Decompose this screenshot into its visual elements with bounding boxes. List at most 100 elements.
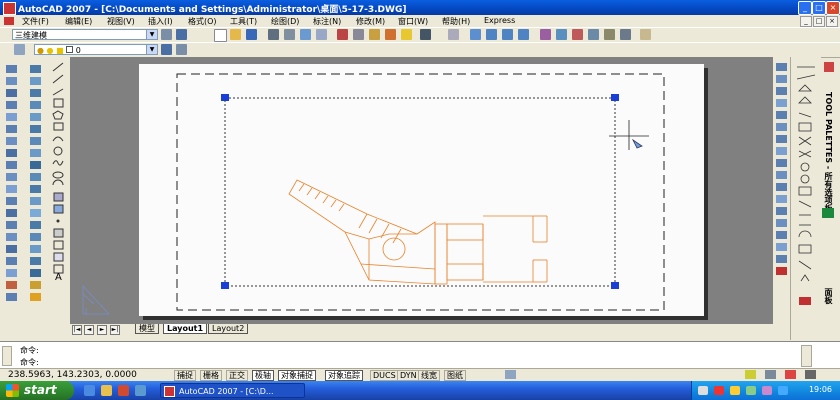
tray-volume-icon[interactable] (746, 386, 756, 395)
layer-previous-icon[interactable] (176, 44, 187, 55)
tray-network-icon[interactable] (698, 386, 708, 395)
palette-close-icon[interactable] (824, 62, 834, 72)
tray-antivirus-icon[interactable] (714, 386, 724, 395)
minimize-button[interactable]: _ (798, 1, 812, 15)
new-file-icon[interactable] (214, 29, 227, 42)
doc-close-button[interactable]: × (826, 16, 838, 27)
zoom-previous-icon[interactable] (518, 29, 529, 40)
status-alert-icon[interactable] (785, 370, 796, 379)
osnap-toggle[interactable]: 对象捕捉 (278, 370, 316, 381)
polar-toggle[interactable]: 极轴 (252, 370, 274, 381)
lock-icon[interactable] (765, 370, 776, 379)
menu-draw[interactable]: 绘图(D) (271, 16, 299, 27)
menu-dimension[interactable]: 标注(N) (313, 16, 341, 27)
plot-preview-icon[interactable] (284, 29, 295, 40)
menu-format[interactable]: 格式(O) (188, 16, 217, 27)
menu-view[interactable]: 视图(V) (107, 16, 135, 27)
tool-palette-titlebar[interactable]: TOOL PALETTES - 所有选项板 面板 (820, 60, 838, 340)
copy-icon[interactable] (353, 29, 364, 40)
zoom-realtime-icon[interactable] (486, 29, 497, 40)
tray-security-icon[interactable] (778, 386, 788, 395)
clean-screen-icon[interactable] (805, 370, 816, 379)
autocad-app-icon[interactable] (3, 2, 16, 15)
first-tab-button[interactable]: |◄ (72, 325, 82, 335)
dyn-toggle[interactable]: DYN (397, 370, 420, 381)
model-viewport-icon[interactable] (505, 370, 516, 379)
properties-icon[interactable] (540, 29, 551, 40)
left-toolbar-icons[interactable]: A (0, 57, 70, 340)
print-icon[interactable] (268, 29, 279, 40)
tool-palette-icons[interactable] (791, 57, 821, 340)
palette-properties-icon[interactable] (822, 208, 834, 218)
quicklaunch-app-icon[interactable] (118, 385, 129, 396)
coordinate-display[interactable]: 238.5963, 143.2303, 0.0000 (8, 370, 137, 380)
markup-icon[interactable] (604, 29, 615, 40)
quicklaunch-desktop-icon[interactable] (135, 385, 146, 396)
undo-icon[interactable] (420, 29, 431, 40)
layer-manager-icon[interactable] (14, 44, 25, 55)
snap-toggle[interactable]: 捕捉 (174, 370, 196, 381)
menu-tools[interactable]: 工具(T) (230, 16, 257, 27)
workspace-settings-icon[interactable] (161, 29, 172, 40)
save-workspace-icon[interactable] (176, 29, 187, 40)
tool-palettes-icon[interactable] (572, 29, 583, 40)
command-window[interactable]: 命令: 命令: (0, 341, 840, 369)
command-prompt[interactable]: 命令: (20, 357, 39, 368)
unlock-icon[interactable]: ■ (56, 46, 64, 54)
chevron-down-icon[interactable]: ▼ (146, 45, 157, 54)
drawing-canvas[interactable] (139, 64, 704, 316)
close-button[interactable]: × (826, 1, 840, 15)
paper-toggle[interactable]: 图纸 (444, 370, 466, 381)
tab-model[interactable]: 模型 (135, 324, 159, 334)
menu-insert[interactable]: 插入(I) (148, 16, 173, 27)
match-properties-icon[interactable] (385, 29, 396, 40)
quicklaunch-ie-icon[interactable] (84, 385, 95, 396)
modify-toolbar-icons[interactable] (773, 57, 790, 340)
workspace-select[interactable]: 三维建模 ▼ (12, 29, 158, 40)
sheet-set-icon[interactable] (588, 29, 599, 40)
menu-modify[interactable]: 修改(M) (356, 16, 385, 27)
sun-icon[interactable]: ● (47, 46, 54, 54)
layer-select[interactable]: ● ● ■ 0 ▼ (34, 44, 158, 55)
cut-icon[interactable] (337, 29, 348, 40)
publish-icon[interactable] (300, 29, 311, 40)
block-editor-icon[interactable] (401, 29, 412, 40)
save-icon[interactable] (246, 29, 257, 40)
tab-layout1[interactable]: Layout1 (163, 324, 208, 334)
menu-express[interactable]: Express (484, 16, 515, 25)
prev-tab-button[interactable]: ◄ (84, 325, 94, 335)
start-button[interactable]: start (0, 381, 74, 400)
quicklaunch-explorer-icon[interactable] (101, 385, 112, 396)
tray-ime-icon[interactable] (762, 386, 772, 395)
menu-help[interactable]: 帮助(H) (442, 16, 470, 27)
taskbar-autocad-button[interactable]: AutoCAD 2007 - [C:\D... (160, 383, 305, 398)
lineweight-toggle[interactable]: 线宽 (418, 370, 440, 381)
tab-panels[interactable]: 面板 (823, 288, 834, 304)
command-scrollbar[interactable] (801, 345, 812, 367)
3d-dwf-icon[interactable] (316, 29, 327, 40)
layout-paper[interactable] (139, 64, 704, 316)
menu-window[interactable]: 窗口(W) (398, 16, 428, 27)
zoom-window-icon[interactable] (502, 29, 513, 40)
doc-minimize-button[interactable]: _ (800, 16, 812, 27)
document-icon[interactable] (4, 17, 14, 25)
doc-restore-button[interactable]: □ (813, 16, 825, 27)
lightbulb-icon[interactable]: ● (37, 46, 44, 54)
otrack-toggle[interactable]: 对象追踪 (325, 370, 363, 381)
communication-center-icon[interactable] (745, 370, 756, 379)
make-object-layer-current-icon[interactable] (161, 44, 172, 55)
ducs-toggle[interactable]: DUCS (370, 370, 399, 381)
design-center-icon[interactable] (556, 29, 567, 40)
tray-notification-icon[interactable] (730, 386, 740, 395)
last-tab-button[interactable]: ►| (110, 325, 120, 335)
grid-toggle[interactable]: 栅格 (200, 370, 222, 381)
chevron-down-icon[interactable]: ▼ (146, 30, 157, 39)
redo-icon[interactable] (448, 29, 459, 40)
pan-icon[interactable] (470, 29, 481, 40)
menu-file[interactable]: 文件(F) (22, 16, 49, 27)
paste-icon[interactable] (369, 29, 380, 40)
clock[interactable]: 19:06 (809, 385, 832, 394)
quickcalc-icon[interactable] (620, 29, 631, 40)
menu-edit[interactable]: 编辑(E) (65, 16, 92, 27)
maximize-button[interactable]: □ (812, 1, 826, 15)
